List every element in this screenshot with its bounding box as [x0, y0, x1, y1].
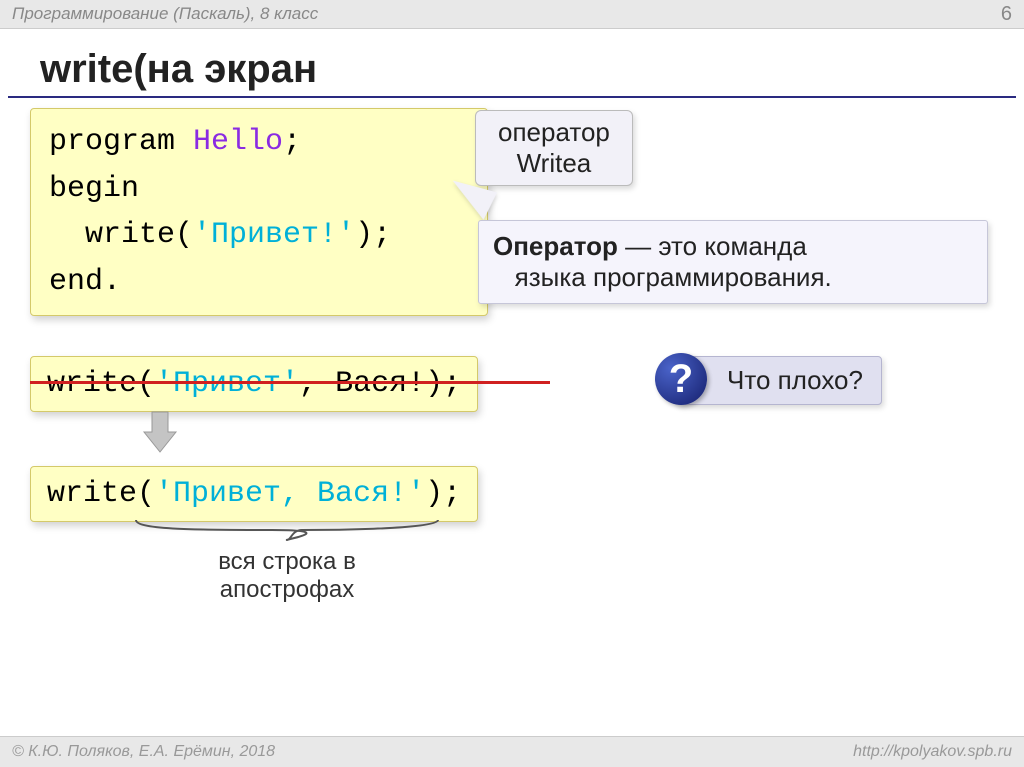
question-box: ? Что плохо?: [676, 356, 882, 405]
title-area: write(на экран: [8, 29, 1016, 98]
code-block-bad: write('Привет', Вася!);: [30, 356, 478, 412]
kw-begin: begin: [49, 172, 139, 206]
definition-term: Оператор: [493, 231, 618, 261]
footer-url: http://kpolyakov.spb.ru: [853, 743, 1012, 761]
page-number: 6: [1001, 3, 1012, 26]
question-mark-icon: ?: [655, 353, 707, 405]
slide-title: write(на экран: [40, 47, 317, 91]
definition-box: Оператор — это команда языка программиро…: [478, 220, 988, 304]
footer-bar: © К.Ю. Поляков, Е.А. Ерёмин, 2018 http:/…: [0, 736, 1024, 767]
question-text: Что плохо?: [727, 365, 863, 395]
callout-operator: оператор Writea: [475, 110, 633, 186]
code-block-main: program Hello; begin write('Привет!'); e…: [30, 108, 488, 316]
footer-copyright: © К.Ю. Поляков, Е.А. Ерёмин, 2018: [12, 743, 275, 761]
arrow-down-icon: [140, 408, 180, 466]
kw-program: program: [49, 125, 175, 159]
brace-icon: [132, 518, 442, 544]
kw-end: end.: [49, 265, 121, 299]
brace-annotation: вся строка в апострофах: [132, 518, 442, 604]
name-hello: Hello: [175, 125, 283, 159]
header-bar: Программирование (Паскаль), 8 класс 6: [0, 0, 1024, 29]
strike-line-icon: [30, 381, 550, 384]
code-block-good: write('Привет, Вася!');: [30, 466, 478, 522]
header-title: Программирование (Паскаль), 8 класс: [12, 4, 318, 24]
str-privet: 'Привет!': [193, 218, 355, 252]
slide-body: program Hello; begin write('Привет!'); e…: [0, 98, 1024, 678]
